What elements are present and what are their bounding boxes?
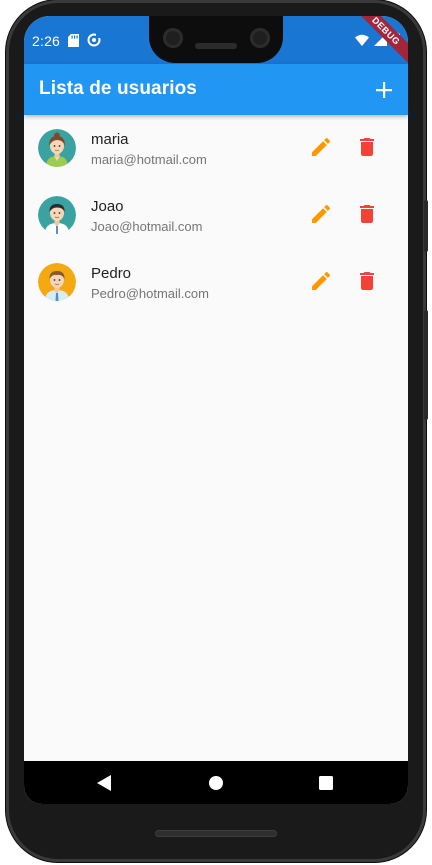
trash-icon — [360, 272, 374, 290]
volume-button — [424, 310, 428, 420]
nav-home-button[interactable] — [207, 774, 225, 792]
home-icon — [209, 776, 223, 790]
male-avatar — [38, 196, 76, 234]
app-bar: Lista de usuarios — [24, 64, 408, 115]
trash-icon — [360, 138, 374, 156]
nav-back-button[interactable] — [95, 774, 113, 792]
pencil-icon — [312, 205, 330, 223]
edit-user-button[interactable] — [309, 135, 333, 159]
user-name: maria — [91, 131, 129, 148]
list-item[interactable]: Joao Joao@hotmail.com — [24, 182, 408, 249]
delete-user-button[interactable] — [355, 135, 379, 159]
user-name: Pedro — [91, 265, 132, 282]
earpiece-speaker — [195, 43, 237, 49]
device-screen: 2:26 DEBUG Lista de usuarios maria maria… — [24, 16, 408, 804]
bottom-speaker — [155, 830, 277, 837]
user-list: maria maria@hotmail.com Joao Joao@hotmai… — [24, 115, 408, 316]
list-item[interactable]: maria maria@hotmail.com — [24, 115, 408, 182]
page-title: Lista de usuarios — [39, 78, 197, 99]
camera-notch — [149, 16, 283, 63]
plus-icon — [376, 82, 392, 98]
male-avatar-tie — [38, 263, 76, 301]
user-email: maria@hotmail.com — [91, 152, 207, 167]
trash-icon — [360, 205, 374, 223]
sync-icon — [87, 33, 101, 52]
status-bar: 2:26 DEBUG — [24, 16, 408, 70]
system-nav-bar — [24, 761, 408, 804]
power-button — [424, 200, 428, 252]
sd-card-icon — [68, 33, 79, 52]
edit-user-button[interactable] — [309, 202, 333, 226]
edit-user-button[interactable] — [309, 269, 333, 293]
back-icon — [97, 775, 111, 791]
nav-recents-button[interactable] — [317, 774, 335, 792]
pencil-icon — [312, 138, 330, 156]
status-time: 2:26 — [32, 33, 61, 49]
recents-icon — [319, 776, 333, 790]
list-item[interactable]: Pedro Pedro@hotmail.com — [24, 249, 408, 316]
delete-user-button[interactable] — [355, 202, 379, 226]
female-avatar — [38, 129, 76, 167]
user-email: Joao@hotmail.com — [91, 219, 203, 234]
user-email: Pedro@hotmail.com — [91, 286, 209, 301]
user-name: Joao — [91, 198, 124, 215]
delete-user-button[interactable] — [355, 269, 379, 293]
front-camera-left — [163, 28, 183, 48]
pencil-icon — [312, 272, 330, 290]
front-camera-right — [250, 28, 270, 48]
status-icons-left — [68, 33, 101, 52]
add-user-button[interactable] — [370, 76, 398, 104]
wifi-icon — [355, 33, 369, 51]
